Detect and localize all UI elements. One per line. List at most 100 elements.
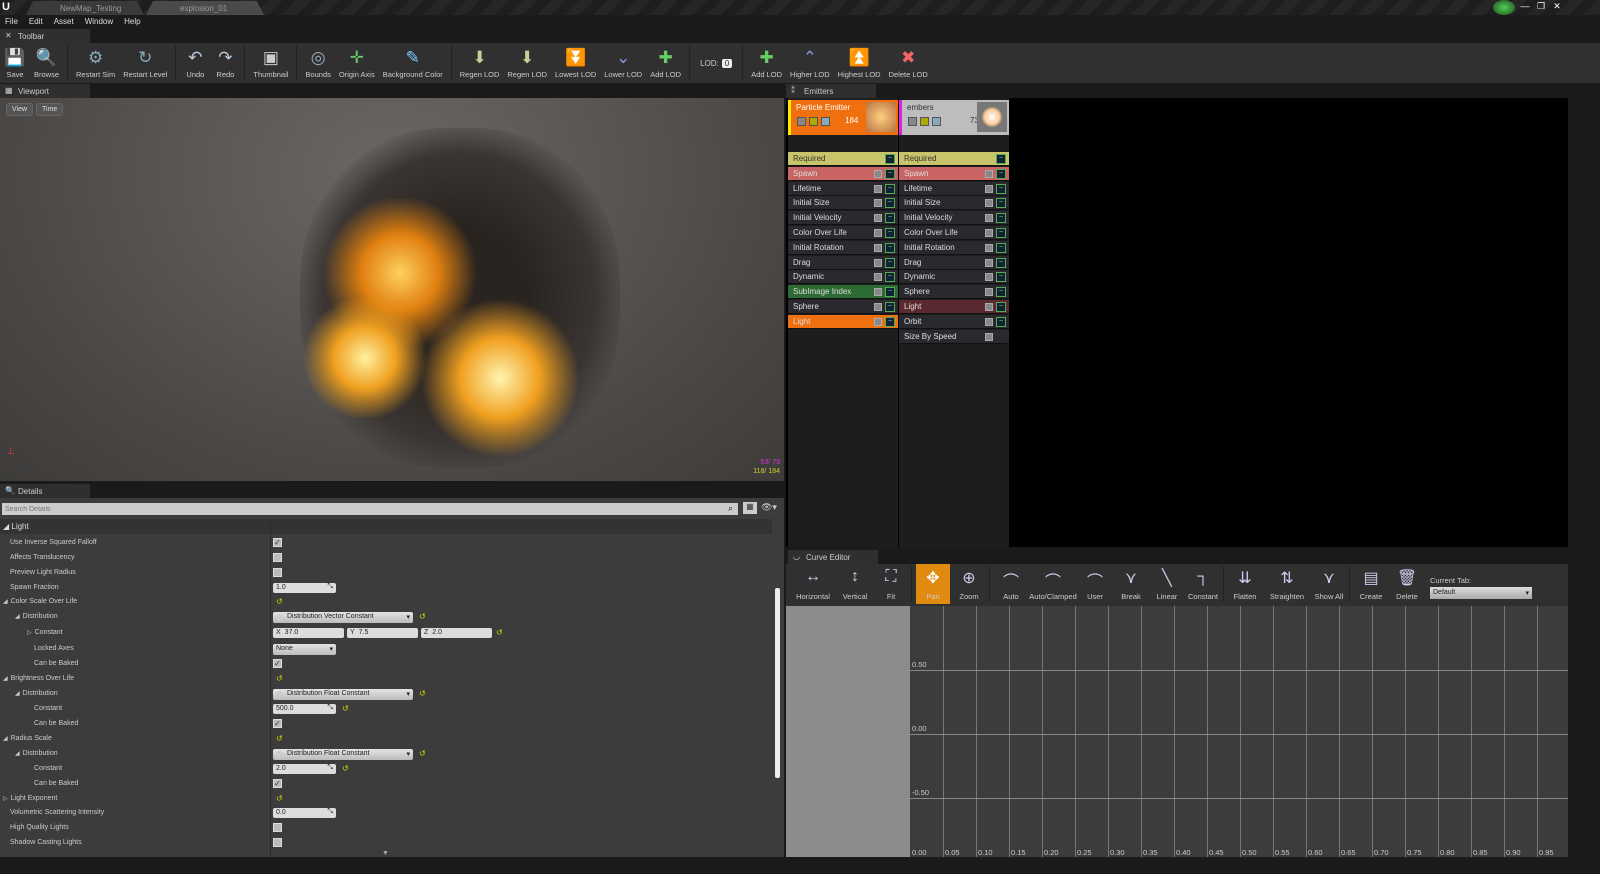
module-row-initial-rotation[interactable]: Initial Rotation ~ — [899, 240, 1009, 255]
zoom-button[interactable]: ⊕ Zoom — [952, 564, 986, 604]
curve-toggle-icon[interactable]: ~ — [885, 198, 895, 209]
module-row-required[interactable]: Required ~ — [899, 152, 1009, 166]
checkbox[interactable]: ✓ — [273, 719, 282, 728]
distribution-dropdown[interactable]: Distribution Float Constant ▾ — [273, 749, 413, 760]
close-button[interactable]: ✕ — [1550, 1, 1564, 12]
curve-list[interactable] — [786, 606, 910, 857]
module-row-initial-size[interactable]: Initial Size ~ — [788, 196, 898, 211]
flatten-button[interactable]: ⇊ Flatten — [1228, 564, 1262, 604]
expand-arrow-icon[interactable]: ◢ — [3, 736, 8, 742]
add-lod-button[interactable]: ✚ Add LOD — [646, 43, 685, 83]
expand-arrow-icon[interactable]: ◢ — [3, 676, 8, 682]
curve-toggle-icon[interactable]: ~ — [996, 242, 1006, 253]
distribution-dropdown[interactable]: Distribution Vector Constant ▾ — [273, 612, 413, 623]
tab-newmap[interactable]: NewMap_Testing — [26, 1, 144, 15]
horizontal-button[interactable]: ↔ Horizontal — [790, 564, 836, 604]
regen-lod-button[interactable]: ⬇ Regen LOD — [503, 43, 551, 83]
view-options-grid-icon[interactable]: ▦ — [743, 502, 757, 514]
expand-arrow-icon[interactable]: ◢ — [15, 614, 20, 620]
straighten-button[interactable]: ⇅ Straighten — [1264, 564, 1310, 604]
menu-asset[interactable]: Asset — [49, 15, 80, 29]
vector-y-input[interactable]: Y 7.5 — [347, 628, 418, 638]
number-input[interactable]: 0.0 ⤡ — [273, 808, 336, 818]
curve-toggle-icon[interactable]: ~ — [996, 287, 1006, 298]
browse-button[interactable]: 🔍 Browse — [30, 43, 63, 83]
reset-to-default-icon[interactable]: ↺ — [276, 794, 283, 803]
tab-curve-editor[interactable]: ◡ Curve Editor — [788, 550, 878, 564]
module-row-color-over-life[interactable]: Color Over Life ~ — [788, 226, 898, 240]
module-row-initial-velocity[interactable]: Initial Velocity ~ — [899, 211, 1009, 226]
menu-edit[interactable]: Edit — [24, 15, 49, 29]
vector-x-input[interactable]: X 37.0 — [273, 628, 344, 638]
bounds-button[interactable]: ◎ Bounds — [301, 43, 334, 83]
module-enable-checkbox[interactable] — [985, 184, 993, 193]
reset-to-default-icon[interactable]: ↺ — [342, 704, 349, 713]
module-enable-checkbox[interactable] — [874, 258, 882, 267]
distribution-dropdown[interactable]: Distribution Float Constant ▾ — [273, 689, 413, 700]
thumbnail-button[interactable]: ▣ Thumbnail — [249, 43, 292, 83]
module-enable-checkbox[interactable] — [985, 229, 993, 237]
regen-lod-button[interactable]: ⬇ Regen LOD — [456, 43, 504, 83]
curve-toggle-icon[interactable]: ~ — [996, 154, 1006, 164]
module-enable-checkbox[interactable] — [874, 214, 882, 223]
reset-to-default-icon[interactable]: ↺ — [419, 749, 426, 758]
curve-toggle-icon[interactable]: ~ — [996, 272, 1006, 283]
locked-axes-select[interactable]: None ▾ — [273, 644, 336, 655]
scroll-down-icon[interactable]: ▼ — [382, 850, 389, 857]
vertical-button[interactable]: ↕ Vertical — [838, 564, 872, 604]
create-button[interactable]: ▤ Create — [1354, 564, 1388, 604]
higher-lod-button[interactable]: ⌃ Higher LOD — [786, 43, 834, 83]
menu-help[interactable]: Help — [119, 15, 146, 29]
curve-toggle-icon[interactable]: ~ — [996, 213, 1006, 224]
auto-clamped-button[interactable]: ⌒ Auto/Clamped — [1029, 564, 1077, 604]
curve-toggle-icon[interactable]: ~ — [996, 198, 1006, 209]
expand-arrow-icon[interactable]: ▷ — [27, 630, 32, 636]
curve-toggle-icon[interactable]: ~ — [996, 302, 1006, 312]
auto-button[interactable]: ⌒ Auto — [994, 564, 1028, 604]
module-row-sphere[interactable]: Sphere ~ — [788, 300, 898, 314]
expand-arrow-icon[interactable]: ▷ — [3, 796, 8, 802]
module-row-light[interactable]: Light ~ — [899, 300, 1009, 314]
tab-viewport[interactable]: ▦ Viewport — [0, 84, 90, 98]
delete-button[interactable]: 🗑 Delete — [1390, 564, 1424, 604]
lower-lod-button[interactable]: ⌄ Lower LOD — [600, 43, 646, 83]
search-details-input[interactable] — [2, 503, 738, 515]
curve-toggle-icon[interactable]: ~ — [885, 154, 895, 164]
module-enable-checkbox[interactable] — [874, 199, 882, 208]
curve-toggle-icon[interactable]: ~ — [885, 302, 895, 312]
module-enable-checkbox[interactable] — [874, 169, 882, 178]
user-button[interactable]: ⌒ User — [1078, 564, 1112, 604]
module-enable-checkbox[interactable] — [985, 273, 993, 282]
module-enable-checkbox[interactable] — [874, 303, 882, 311]
reset-to-default-icon[interactable]: ↺ — [496, 628, 503, 637]
solo-icon[interactable] — [809, 117, 818, 126]
module-enable-checkbox[interactable] — [985, 169, 993, 178]
module-row-initial-size[interactable]: Initial Size ~ — [899, 196, 1009, 211]
delete-lod-button[interactable]: ✖ Delete LOD — [885, 43, 932, 83]
curve-toggle-icon[interactable]: ~ — [885, 272, 895, 283]
module-row-subimage-index[interactable]: SubImage Index ~ — [788, 285, 898, 300]
reset-to-default-icon[interactable]: ↺ — [419, 689, 426, 698]
curve-toggle-icon[interactable]: ~ — [885, 257, 895, 268]
module-enable-checkbox[interactable] — [874, 243, 882, 252]
menu-file[interactable]: File — [0, 15, 24, 29]
curve-toggle-icon[interactable]: ~ — [885, 183, 895, 194]
fit-button[interactable]: ⛶ Fit — [874, 564, 908, 604]
checkbox[interactable] — [273, 823, 282, 832]
module-row-orbit[interactable]: Orbit ~ — [899, 314, 1009, 329]
checkbox[interactable]: ✓ — [273, 538, 282, 547]
curve-toggle-icon[interactable]: ~ — [885, 242, 895, 253]
module-row-size-by-speed[interactable]: Size By Speed — [899, 329, 1009, 344]
module-row-dynamic[interactable]: Dynamic ~ — [788, 270, 898, 285]
module-row-initial-rotation[interactable]: Initial Rotation ~ — [788, 240, 898, 255]
curve-toggle-icon[interactable]: ~ — [996, 257, 1006, 268]
module-enable-checkbox[interactable] — [985, 199, 993, 208]
expand-arrow-icon[interactable]: ◢ — [15, 691, 20, 697]
background-color-button[interactable]: ✎ Background Color — [379, 43, 447, 83]
module-row-initial-velocity[interactable]: Initial Velocity ~ — [788, 211, 898, 226]
module-row-sphere[interactable]: Sphere ~ — [899, 285, 1009, 300]
minimize-button[interactable]: — — [1518, 1, 1532, 12]
save-button[interactable]: 💾 Save — [0, 43, 30, 83]
view-button[interactable]: View — [6, 103, 34, 116]
lod-value-input[interactable]: 0 — [721, 58, 733, 68]
